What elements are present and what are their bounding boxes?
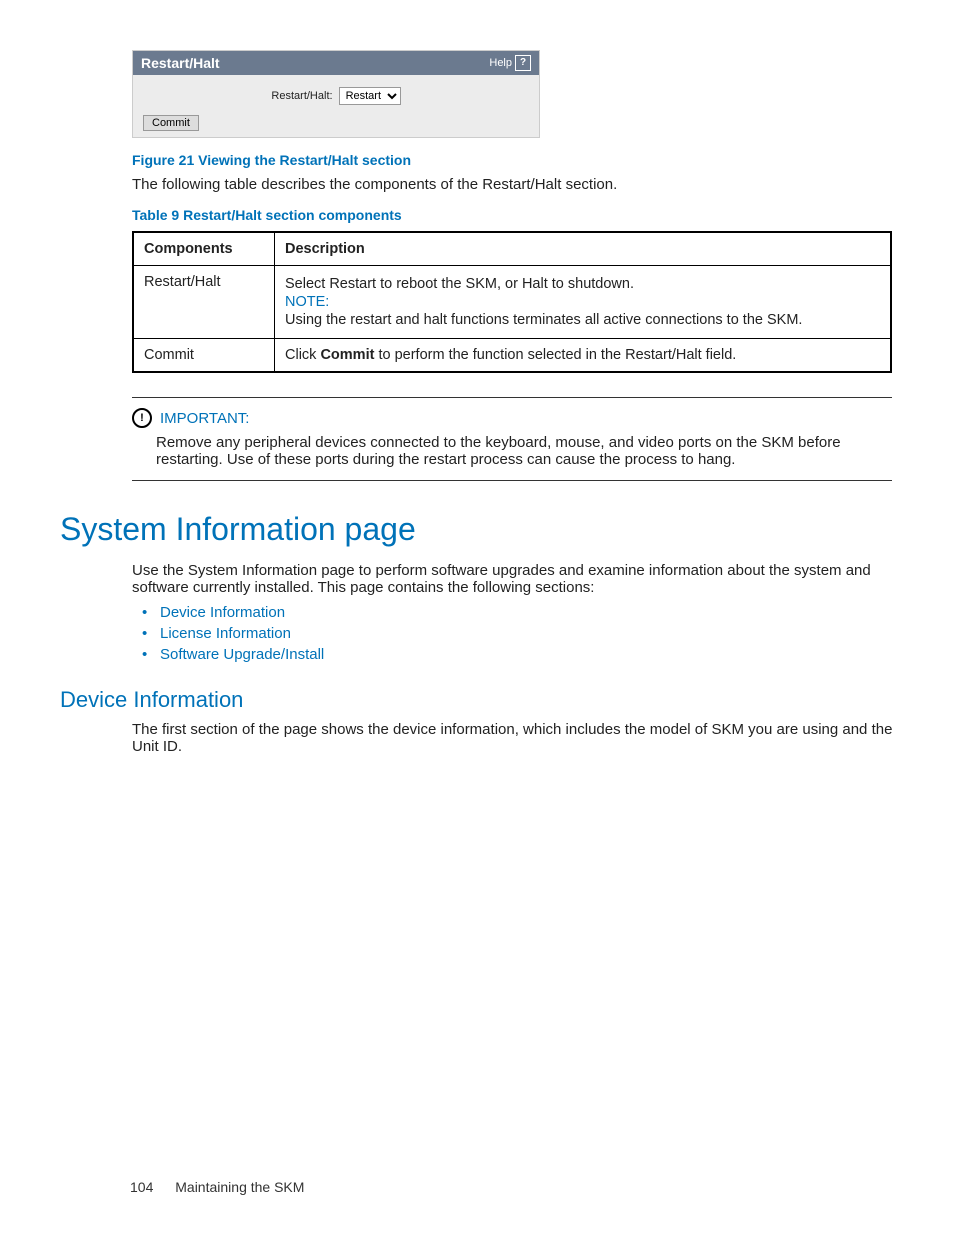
cell-component: Restart/Halt bbox=[133, 266, 275, 339]
section-list: Device Information License Information S… bbox=[160, 604, 894, 663]
section-heading: System Information page bbox=[60, 511, 894, 548]
figure-caption: Figure 21 Viewing the Restart/Halt secti… bbox=[132, 152, 894, 168]
th-description: Description bbox=[275, 232, 892, 266]
restart-halt-select[interactable]: Restart bbox=[339, 87, 401, 105]
components-table: Components Description Restart/Halt Sele… bbox=[132, 231, 892, 373]
page-number: 104 bbox=[130, 1179, 153, 1195]
list-link-license-info[interactable]: License Information bbox=[160, 625, 894, 642]
list-link-software-upgrade[interactable]: Software Upgrade/Install bbox=[160, 646, 894, 663]
subsection-body: The first section of the page shows the … bbox=[132, 721, 894, 755]
field-label: Restart/Halt: bbox=[271, 90, 332, 102]
important-note: ! IMPORTANT: Remove any peripheral devic… bbox=[132, 397, 892, 481]
intro-text: The following table describes the compon… bbox=[132, 176, 894, 193]
commit-button[interactable]: Commit bbox=[143, 115, 199, 131]
table-caption: Table 9 Restart/Halt section components bbox=[132, 207, 894, 223]
help-label: Help bbox=[489, 57, 512, 69]
table-row: Restart/Halt Select Restart to reboot th… bbox=[133, 266, 891, 339]
list-link-device-info[interactable]: Device Information bbox=[160, 604, 894, 621]
panel-title: Restart/Halt bbox=[141, 55, 220, 71]
important-icon: ! bbox=[132, 408, 152, 428]
table-row: Commit Click Commit to perform the funct… bbox=[133, 339, 891, 373]
panel-body: Restart/Halt: Restart Commit bbox=[133, 75, 539, 137]
page-footer: 104 Maintaining the SKM bbox=[130, 1179, 304, 1195]
important-label: IMPORTANT: bbox=[160, 410, 249, 427]
panel-header: Restart/Halt Help ? bbox=[133, 51, 539, 75]
cell-description: Click Commit to perform the function sel… bbox=[275, 339, 892, 373]
subsection-heading: Device Information bbox=[60, 687, 894, 713]
cell-description: Select Restart to reboot the SKM, or Hal… bbox=[275, 266, 892, 339]
important-body: Remove any peripheral devices connected … bbox=[156, 434, 892, 468]
note-label: NOTE: bbox=[285, 294, 880, 310]
restart-halt-panel: Restart/Halt Help ? Restart/Halt: Restar… bbox=[132, 50, 540, 138]
footer-title: Maintaining the SKM bbox=[175, 1179, 304, 1195]
th-components: Components bbox=[133, 232, 275, 266]
section-body: Use the System Information page to perfo… bbox=[132, 562, 894, 596]
help-icon: ? bbox=[515, 55, 531, 71]
help-link[interactable]: Help ? bbox=[489, 55, 531, 71]
cell-component: Commit bbox=[133, 339, 275, 373]
